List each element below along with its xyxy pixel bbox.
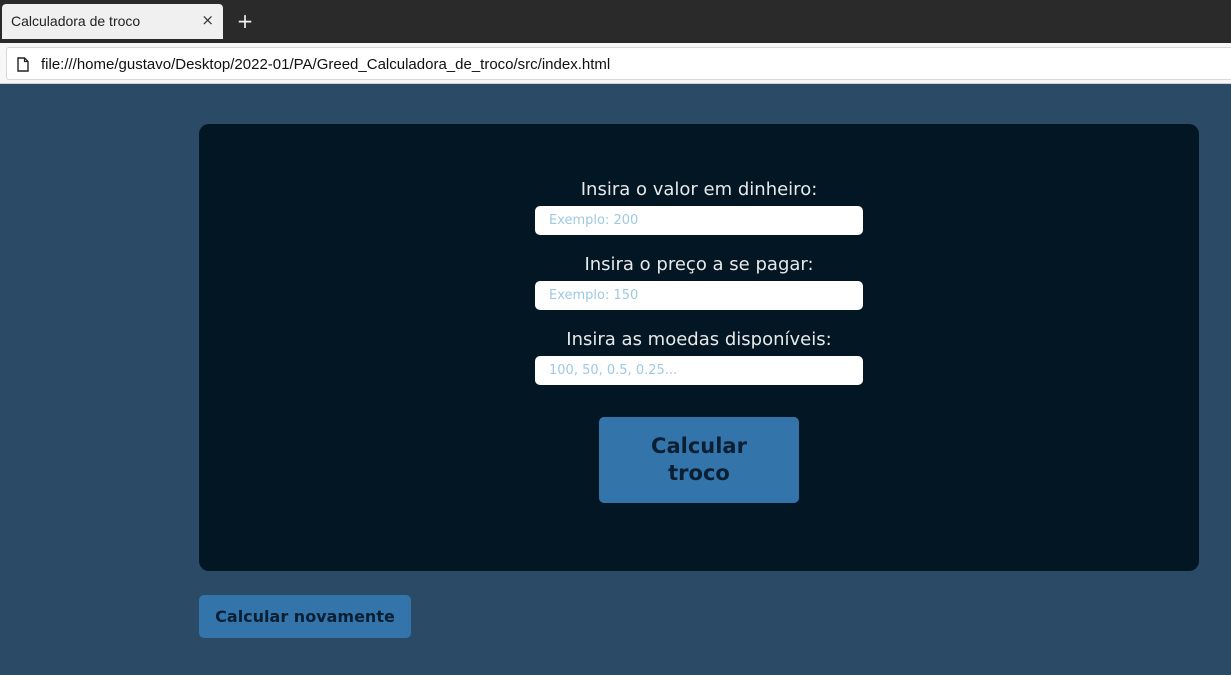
price-label: Insira o preço a se pagar:: [584, 254, 814, 275]
price-input[interactable]: [535, 281, 863, 310]
calculate-again-button[interactable]: Calcular novamente: [199, 595, 411, 638]
tab-bar: Calculadora de troco × +: [0, 0, 1231, 43]
calculate-change-button[interactable]: Calcular troco: [599, 417, 799, 503]
coins-input[interactable]: [535, 356, 863, 385]
coins-label: Insira as moedas disponíveis:: [566, 329, 832, 350]
new-tab-icon[interactable]: +: [236, 9, 254, 33]
money-input[interactable]: [535, 206, 863, 235]
calculator-card: Insira o valor em dinheiro: Insira o pre…: [199, 124, 1199, 571]
browser-tab[interactable]: Calculadora de troco ×: [2, 4, 223, 39]
url-field[interactable]: file:///home/gustavo/Desktop/2022-01/PA/…: [6, 47, 1231, 80]
address-bar: file:///home/gustavo/Desktop/2022-01/PA/…: [0, 43, 1231, 84]
tab-close-icon[interactable]: ×: [201, 11, 214, 29]
tab-title: Calculadora de troco: [11, 13, 141, 29]
file-icon: [17, 57, 29, 72]
money-label: Insira o valor em dinheiro:: [580, 179, 818, 200]
url-text: file:///home/gustavo/Desktop/2022-01/PA/…: [41, 56, 611, 73]
